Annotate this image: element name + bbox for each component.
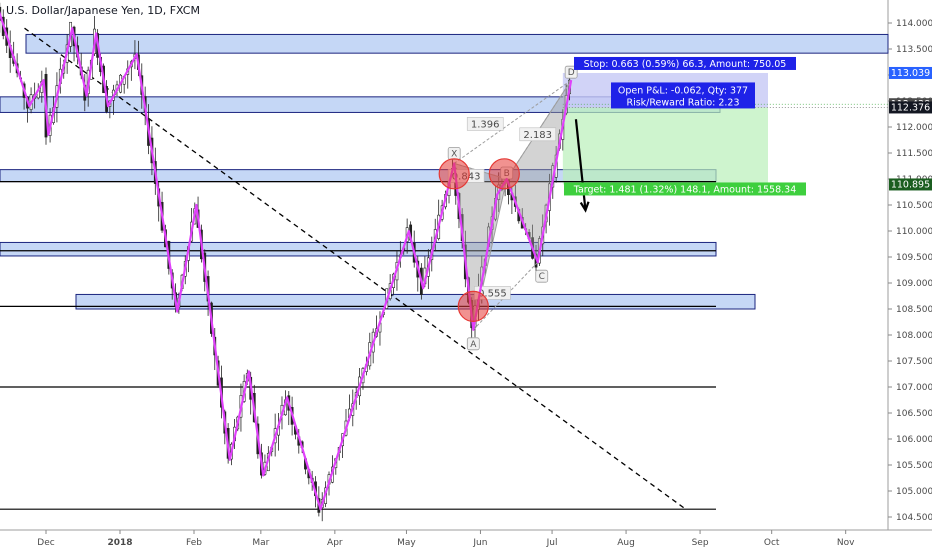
price-tag-label: 112.376 [891, 102, 930, 113]
x-tick-label: Oct [764, 538, 780, 548]
y-tick-label: 114.000 [896, 19, 932, 29]
harmonic-point-label: A [470, 340, 477, 350]
harmonic-point-label: C [539, 272, 545, 282]
rr-label: Risk/Reward Ratio: 2.23 [626, 97, 739, 108]
x-tick-label: May [397, 538, 416, 548]
stop-label: Stop: 0.663 (0.59%) 66.3, Amount: 750.05 [584, 59, 787, 70]
y-tick-label: 111.500 [896, 149, 932, 159]
harmonic-point-label: X [451, 149, 457, 159]
y-tick-label: 106.500 [896, 409, 932, 419]
x-tick-label: 2018 [107, 538, 132, 548]
chart-canvas[interactable]: XABCD0.8430.5552.1831.396 Stop: 0.663 (0… [0, 0, 932, 550]
x-tick-label: Nov [837, 538, 855, 548]
harmonic-point-label: D [568, 68, 575, 78]
pnl-label: Open P&L: -0.062, Qty: 377 [618, 85, 748, 96]
x-tick-label: Apr [327, 538, 343, 548]
x-tick-label: Sep [692, 538, 709, 548]
price-tag-label: 110.895 [891, 179, 930, 190]
x-tick-label: Aug [617, 538, 635, 548]
y-tick-label: 110.500 [896, 201, 932, 211]
x-tick-label: Dec [37, 538, 54, 548]
y-tick-label: 104.500 [896, 513, 932, 523]
y-tick-label: 105.500 [896, 461, 932, 471]
x-tick-label: Jul [546, 538, 558, 548]
y-tick-label: 110.000 [896, 227, 932, 237]
y-tick-label: 106.000 [896, 435, 932, 445]
target-label: Target: 1.481 (1.32%) 148.1, Amount: 155… [573, 184, 797, 195]
y-tick-label: 108.500 [896, 305, 932, 315]
highlight-circle [438, 158, 470, 190]
x-tick-label: Feb [186, 538, 202, 548]
y-tick-label: 108.000 [896, 331, 932, 341]
y-tick-label: 109.000 [896, 279, 932, 289]
sr-zone [0, 241, 717, 257]
x-tick-label: Jun [472, 538, 487, 548]
y-tick-label: 105.000 [896, 487, 932, 497]
price-tag-label: 113.039 [891, 68, 930, 79]
ratio-label: 1.396 [471, 119, 500, 130]
price-axis: 114.000113.500113.000112.500112.000111.5… [888, 19, 932, 523]
y-tick-label: 112.000 [896, 123, 932, 133]
sr-zone [25, 33, 889, 54]
y-tick-label: 109.500 [896, 253, 932, 263]
y-tick-label: 113.500 [896, 45, 932, 55]
highlight-circle [488, 158, 520, 190]
x-tick-label: Mar [252, 538, 269, 548]
horizontal-levels [0, 181, 716, 510]
highlight-circle [457, 290, 489, 322]
target-zone [562, 107, 768, 185]
y-tick-label: 107.000 [896, 383, 932, 393]
y-tick-label: 107.500 [896, 357, 932, 367]
time-axis: Dec 2018 Feb Mar Apr May Jun Jul Aug Sep Oct Nov [37, 530, 855, 548]
ratio-label: 2.183 [523, 130, 552, 141]
